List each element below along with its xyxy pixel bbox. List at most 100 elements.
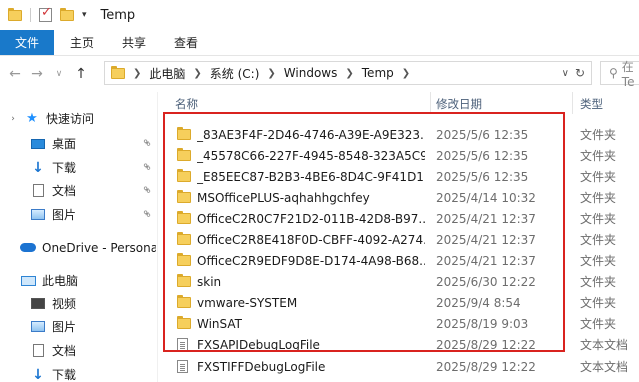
file-type: 文件夹 bbox=[580, 275, 617, 289]
chevron-right-icon[interactable]: ❯ bbox=[267, 68, 275, 79]
chevron-right-icon[interactable]: ❯ bbox=[345, 68, 353, 79]
text-file-icon bbox=[177, 360, 188, 373]
file-name: FXSAPIDebugLogFile bbox=[197, 337, 320, 352]
file-row[interactable]: _83AE3F4F-2D46-4746-A39E-A9E323... 2025/… bbox=[160, 124, 639, 145]
file-row[interactable]: FXSTIFFDebugLogFile 2025/8/29 12:22 文本文档 bbox=[160, 356, 639, 377]
sidebar-item-label: 桌面 bbox=[52, 137, 77, 151]
file-row[interactable]: vmware-SYSTEM 2025/9/4 8:54 文件夹 bbox=[160, 292, 639, 313]
customize-dropdown-icon[interactable]: ▾ bbox=[82, 10, 87, 20]
sidebar-item-label: 文档 bbox=[52, 184, 77, 198]
file-type: 文件夹 bbox=[580, 212, 617, 226]
properties-icon[interactable] bbox=[39, 5, 52, 22]
sidebar-item-documents[interactable]: 文档 ⚮ bbox=[30, 180, 156, 201]
pictures-icon bbox=[30, 320, 46, 334]
sidebar-item-quick-access[interactable]: › ★ 快速访问 bbox=[8, 108, 164, 129]
sidebar-item-this-pc[interactable]: 此电脑 bbox=[20, 270, 156, 291]
file-row[interactable]: _E85EEC87-B2B3-4BE6-8D4C-9F41D1... 2025/… bbox=[160, 166, 639, 187]
breadcrumb-temp[interactable]: Temp bbox=[362, 66, 394, 80]
folder-icon bbox=[177, 253, 191, 266]
chevron-right-icon[interactable]: ❯ bbox=[193, 68, 201, 79]
sidebar-item-videos[interactable]: 视频 bbox=[30, 293, 156, 314]
breadcrumb-this-pc[interactable]: 此电脑 bbox=[149, 65, 185, 82]
file-type: 文件夹 bbox=[580, 254, 617, 268]
file-row[interactable]: MSOfficePLUS-aqhahhgchfey 2025/4/14 10:3… bbox=[160, 187, 639, 208]
sidebar-item-pictures-2[interactable]: 图片 bbox=[30, 316, 156, 337]
breadcrumb-system-c[interactable]: 系统 (C:) bbox=[210, 65, 260, 82]
file-type: 文件夹 bbox=[580, 233, 617, 247]
file-name: skin bbox=[197, 274, 222, 289]
column-header-type[interactable]: 类型 bbox=[580, 94, 603, 114]
file-list: 名称 修改日期 类型 _83AE3F4F-2D46-4746-A39E-A9E3… bbox=[160, 92, 639, 382]
tab-share[interactable]: 共享 bbox=[110, 30, 158, 55]
quick-access-toolbar: ▾ bbox=[8, 5, 87, 22]
download-icon: ↓ bbox=[32, 159, 44, 176]
sidebar-item-documents-2[interactable]: 文档 bbox=[30, 340, 156, 361]
sidebar-item-desktop[interactable]: 桌面 ⚮ bbox=[30, 133, 156, 154]
folder-icon bbox=[177, 316, 191, 329]
tab-file[interactable]: 文件 bbox=[0, 30, 54, 55]
file-date: 2025/6/30 12:22 bbox=[436, 274, 536, 289]
column-divider[interactable] bbox=[430, 92, 431, 114]
column-divider[interactable] bbox=[572, 92, 573, 114]
sidebar-item-label: OneDrive - Persona bbox=[42, 240, 156, 255]
sidebar-item-label: 文档 bbox=[52, 344, 77, 358]
file-name: OfficeC2R8E418F0D-CBFF-4092-A274... bbox=[197, 232, 425, 247]
divider bbox=[0, 55, 639, 56]
pictures-icon bbox=[30, 208, 46, 222]
sidebar-item-label: 此电脑 bbox=[42, 274, 79, 288]
file-row[interactable]: OfficeC2R9EDF9D8E-D174-4A98-B68... 2025/… bbox=[160, 250, 639, 271]
breadcrumb-windows[interactable]: Windows bbox=[284, 66, 338, 80]
forward-arrow-icon[interactable]: → bbox=[26, 66, 48, 82]
chevron-right-icon[interactable]: ❯ bbox=[133, 68, 141, 79]
recent-locations-icon[interactable]: ∨ bbox=[48, 69, 70, 79]
file-row[interactable]: WinSAT 2025/8/19 9:03 文件夹 bbox=[160, 313, 639, 334]
folder-icon bbox=[177, 274, 191, 287]
pin-icon[interactable]: ⚮ bbox=[139, 137, 153, 151]
search-input[interactable]: ⚲ 在 Te bbox=[600, 60, 639, 89]
column-header-name[interactable]: 名称 bbox=[175, 94, 198, 114]
videos-icon bbox=[30, 297, 46, 311]
file-name: vmware-SYSTEM bbox=[197, 295, 298, 310]
up-arrow-icon[interactable]: ↑ bbox=[70, 66, 92, 82]
file-type: 文件夹 bbox=[580, 170, 617, 184]
file-date: 2025/4/21 12:37 bbox=[436, 232, 536, 247]
onedrive-icon bbox=[20, 241, 36, 255]
expand-icon[interactable]: › bbox=[8, 114, 18, 124]
file-date: 2025/5/6 12:35 bbox=[436, 148, 529, 163]
address-bar[interactable]: ❯ 此电脑 ❯ 系统 (C:) ❯ Windows ❯ Temp ❯ ∨ ↻ bbox=[104, 61, 592, 85]
file-name: MSOfficePLUS-aqhahhgchfey bbox=[197, 190, 370, 205]
file-row[interactable]: _45578C66-227F-4945-8548-323A5C9... 2025… bbox=[160, 145, 639, 166]
sidebar-item-label: 快速访问 bbox=[46, 112, 95, 126]
new-folder-icon[interactable] bbox=[60, 7, 74, 21]
back-arrow-icon[interactable]: ← bbox=[4, 66, 26, 82]
tab-home[interactable]: 主页 bbox=[58, 30, 106, 55]
pin-icon[interactable]: ⚮ bbox=[139, 161, 153, 175]
chevron-down-icon[interactable]: ∨ bbox=[562, 68, 569, 79]
file-name: _45578C66-227F-4945-8548-323A5C9... bbox=[197, 148, 425, 163]
file-date: 2025/8/19 9:03 bbox=[436, 316, 529, 331]
refresh-icon[interactable]: ↻ bbox=[575, 66, 585, 80]
pin-icon[interactable]: ⚮ bbox=[139, 184, 153, 198]
folder-icon bbox=[177, 148, 191, 161]
search-icon: ⚲ bbox=[609, 66, 618, 80]
folder-icon[interactable] bbox=[8, 7, 22, 21]
file-row[interactable]: FXSAPIDebugLogFile 2025/8/29 12:22 文本文档 bbox=[160, 334, 639, 355]
file-row[interactable]: OfficeC2R8E418F0D-CBFF-4092-A274... 2025… bbox=[160, 229, 639, 250]
sidebar-item-downloads[interactable]: ↓ 下载 ⚮ bbox=[30, 157, 156, 178]
chevron-right-icon[interactable]: ❯ bbox=[402, 68, 410, 79]
sidebar-item-pictures[interactable]: 图片 ⚮ bbox=[30, 204, 156, 225]
file-row[interactable]: skin 2025/6/30 12:22 文件夹 bbox=[160, 271, 639, 292]
sidebar-item-onedrive[interactable]: OneDrive - Persona bbox=[20, 237, 156, 258]
sidebar-item-downloads-2[interactable]: ↓ 下载 bbox=[30, 364, 156, 382]
folder-icon bbox=[177, 127, 191, 140]
file-row[interactable]: OfficeC2R0C7F21D2-011B-42D8-B97... 2025/… bbox=[160, 208, 639, 229]
column-header-date[interactable]: 修改日期 bbox=[436, 94, 482, 114]
download-icon: ↓ bbox=[32, 366, 44, 382]
title-bar: ▾ Temp bbox=[0, 0, 639, 30]
folder-icon bbox=[177, 232, 191, 245]
pin-icon[interactable]: ⚮ bbox=[139, 208, 153, 222]
sidebar-item-label: 下载 bbox=[52, 368, 77, 382]
tab-view[interactable]: 查看 bbox=[162, 30, 210, 55]
sidebar-item-label: 视频 bbox=[52, 297, 77, 311]
file-type: 文件夹 bbox=[580, 296, 617, 310]
